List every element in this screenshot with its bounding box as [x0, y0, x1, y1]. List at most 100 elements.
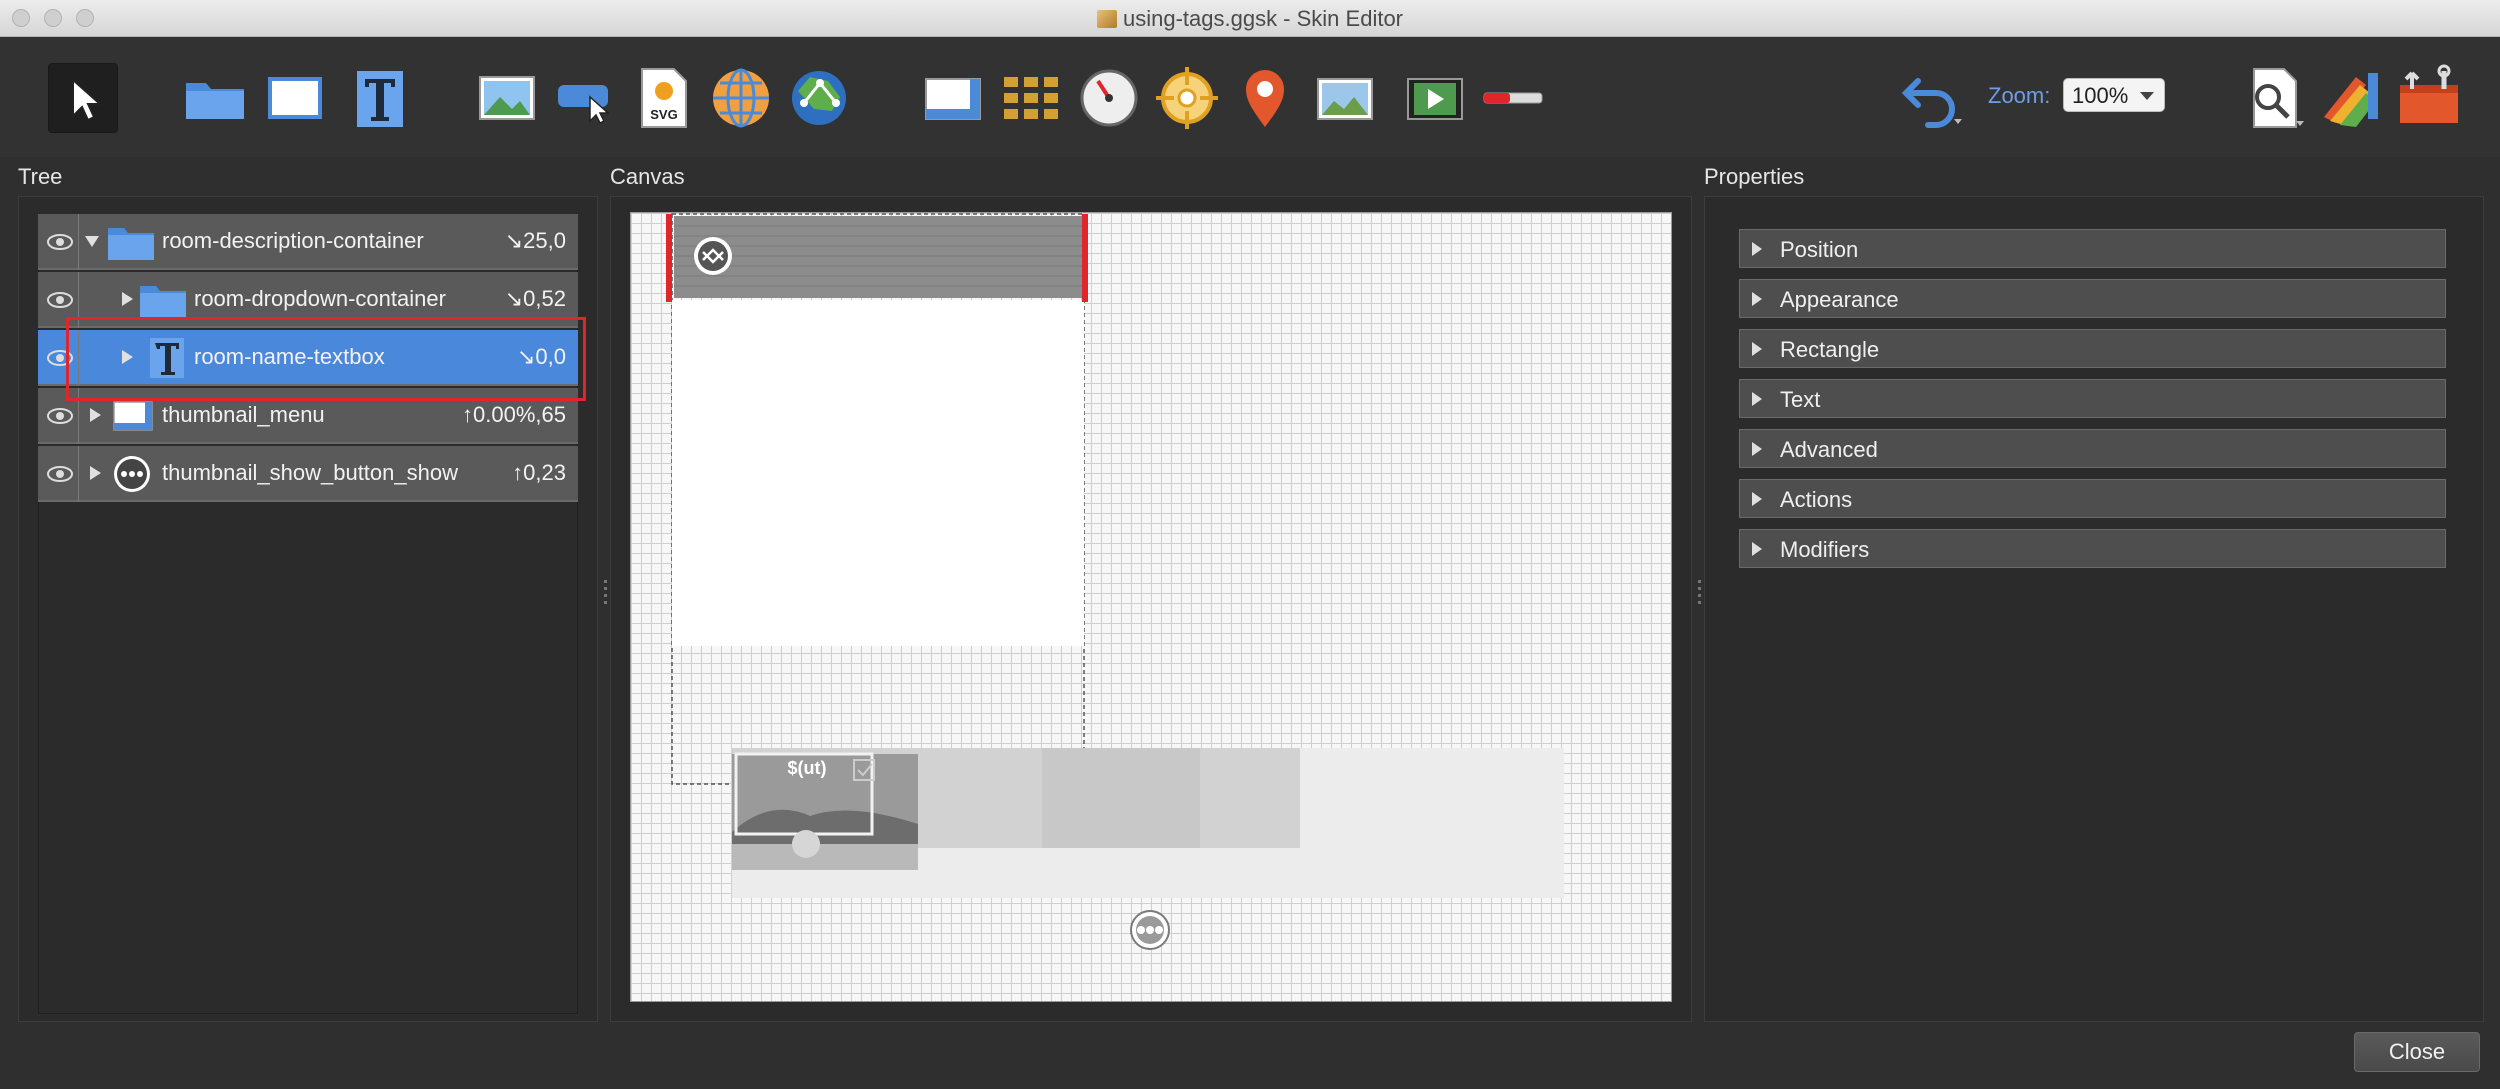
thumbnail-label: $(ut): [788, 758, 827, 778]
title-bar: using-tags.ggsk - Skin Editor: [0, 0, 2500, 37]
splitter-handle[interactable]: [604, 580, 608, 610]
properties-panel-label: Properties: [1704, 164, 1805, 189]
button-cursor-icon: [558, 85, 610, 125]
section-appearance[interactable]: Appearance: [1739, 279, 2446, 318]
expand-arrow-icon: [1752, 492, 1762, 506]
map-pin-icon: [1246, 70, 1284, 127]
visibility-toggle[interactable]: [42, 446, 79, 502]
preview-button[interactable]: [2238, 63, 2308, 133]
hotspot-tool-button[interactable]: [706, 63, 776, 133]
eye-icon: [47, 292, 73, 308]
folder-icon: [186, 83, 244, 119]
section-label: Modifiers: [1780, 537, 1870, 562]
zoom-select[interactable]: 100%: [2063, 78, 2165, 112]
expand-arrow-icon: [1752, 342, 1762, 356]
toolbox-icon: [2400, 64, 2458, 123]
button-tool-button[interactable]: [550, 63, 620, 133]
zoom-label: Zoom:: [1988, 83, 2051, 108]
video-tool-button[interactable]: [1400, 63, 1470, 133]
canvas-elements[interactable]: $(ut): [630, 212, 1672, 1002]
more-dots-icon: [114, 456, 150, 492]
selection-handle-right: [1082, 214, 1088, 302]
folder-icon: [140, 286, 186, 318]
section-label: Position: [1780, 237, 1859, 262]
section-advanced[interactable]: Advanced: [1739, 429, 2446, 468]
section-modifiers[interactable]: Modifiers: [1739, 529, 2446, 568]
panorama-tool-button[interactable]: [1310, 63, 1380, 133]
magnifier-page-icon: [2253, 68, 2304, 128]
scroll-area-icon: [113, 401, 153, 431]
eye-icon: [47, 408, 73, 424]
section-label: Rectangle: [1780, 337, 1880, 362]
zoom-value: 100%: [2072, 83, 2129, 108]
file-icon: [1096, 10, 1117, 28]
undo-button[interactable]: [1898, 63, 1968, 133]
thumbnail-show-button-icon: [1130, 910, 1170, 950]
svg-text:SVG: SVG: [650, 107, 677, 122]
selection-highlight-box: [66, 317, 586, 401]
image-tool-button[interactable]: [472, 63, 542, 133]
chevron-down-icon: [2140, 92, 2154, 100]
text-t-icon: [357, 71, 403, 127]
map-pin-tool-button[interactable]: [1230, 63, 1300, 133]
container-tool-button[interactable]: [180, 63, 250, 133]
compass-crosshair-icon: [1156, 67, 1218, 129]
expand-arrow-icon[interactable]: [90, 466, 101, 480]
tree-row[interactable]: room-description-container ↘25,0: [38, 214, 578, 270]
splitter-handle[interactable]: [1698, 580, 1702, 610]
section-text[interactable]: Text: [1739, 379, 2446, 418]
cursor-arrow-icon: [72, 77, 103, 122]
expand-arrow-icon: [1752, 292, 1762, 306]
dropdown-toggle-icon: [694, 237, 732, 275]
section-label: Text: [1780, 387, 1821, 412]
toolbar: SVG Zoom: 100%: [0, 37, 2500, 157]
paint-palette-icon: [2324, 73, 2378, 127]
expand-arrow-icon: [1752, 442, 1762, 456]
section-actions[interactable]: Actions: [1739, 479, 2446, 518]
section-label: Actions: [1780, 487, 1853, 512]
window-title: using-tags.ggsk - Skin Editor: [0, 6, 2500, 32]
rectangle-icon: [268, 77, 322, 119]
tree-row-name: room-dropdown-container: [194, 286, 446, 311]
svg-file-icon: SVG: [641, 68, 687, 128]
eye-icon: [47, 234, 73, 250]
svg-tool-button[interactable]: SVG: [628, 63, 698, 133]
panorama-image-icon: [1317, 78, 1373, 120]
grid-cloner-icon: [1004, 77, 1058, 119]
tree-row[interactable]: thumbnail_show_button_show ↑0,23: [38, 446, 578, 502]
text-tool-button[interactable]: [345, 63, 415, 133]
progress-bar-tool-button[interactable]: [1478, 63, 1548, 133]
cloner-tool-button[interactable]: [996, 63, 1066, 133]
map-tool-button[interactable]: [784, 63, 854, 133]
section-rectangle[interactable]: Rectangle: [1739, 329, 2446, 368]
compass-tool-button[interactable]: [1152, 63, 1222, 133]
expand-arrow-icon[interactable]: [122, 292, 133, 306]
section-label: Advanced: [1780, 437, 1878, 462]
rectangle-tool-button[interactable]: [260, 63, 330, 133]
room-name-textbox-area: [672, 300, 1084, 646]
scrollarea-tool-button[interactable]: [918, 63, 988, 133]
folder-icon: [108, 228, 154, 260]
tree-row-anchor: ↘0,52: [504, 286, 566, 311]
thumbnail-water: [732, 844, 918, 870]
expand-arrow-icon: [1752, 542, 1762, 556]
select-tool-button[interactable]: [48, 63, 118, 133]
expand-arrow-icon: [1752, 392, 1762, 406]
eye-icon: [47, 466, 73, 482]
theme-button[interactable]: [2316, 63, 2386, 133]
section-position[interactable]: Position: [1739, 229, 2446, 268]
expand-arrow-icon[interactable]: [90, 408, 101, 422]
tree-panel-label: Tree: [18, 164, 63, 189]
tree-row-name: thumbnail_show_button_show: [162, 460, 458, 485]
progress-bar-icon: [1483, 92, 1543, 104]
properties-panel: [1704, 196, 2484, 1022]
thumbnail-slot: [1042, 748, 1200, 848]
dial-tool-button[interactable]: [1074, 63, 1144, 133]
tree-row-name: room-description-container: [162, 228, 424, 253]
visibility-toggle[interactable]: [42, 214, 79, 270]
collapse-arrow-icon[interactable]: [85, 236, 99, 247]
window-title-text: using-tags.ggsk - Skin Editor: [1122, 6, 1404, 31]
close-button[interactable]: Close: [2354, 1032, 2480, 1072]
globe-icon: [713, 68, 769, 128]
settings-button[interactable]: [2394, 63, 2464, 133]
